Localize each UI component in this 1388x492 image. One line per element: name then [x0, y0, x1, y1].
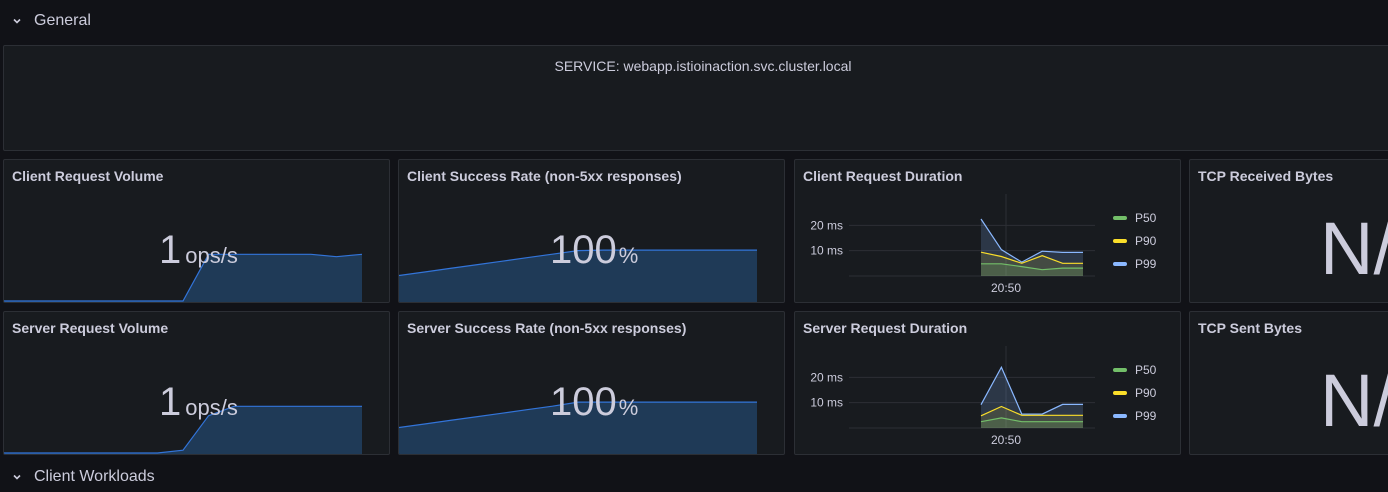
panel-title: Server Request Volume: [12, 320, 169, 336]
legend-label: P50: [1135, 210, 1157, 225]
row-title: Client Workloads: [34, 468, 155, 485]
stat-unit: ops/s: [185, 243, 238, 268]
legend-swatch: [1113, 390, 1127, 395]
x-tick-label: 20:50: [991, 433, 1021, 447]
y-tick-label: 10 ms: [810, 244, 843, 258]
stat-value: 100 %: [550, 382, 638, 422]
legend-label: P90: [1135, 233, 1157, 248]
x-tick-label: 20:50: [991, 281, 1021, 295]
stat-unit: ops/s: [185, 395, 238, 420]
panel-client-request-volume[interactable]: Client Request Volume 1 ops/s: [3, 159, 390, 303]
legend-swatch: [1113, 367, 1127, 372]
row-header-client-workloads[interactable]: Client Workloads: [0, 462, 155, 492]
stat-number: 1: [159, 228, 182, 272]
legend-label: P99: [1135, 408, 1157, 423]
panel-title: Server Success Rate (non-5xx responses): [407, 320, 687, 336]
row-title: General: [34, 12, 91, 29]
stat-unit: %: [618, 395, 639, 420]
legend-swatch: [1113, 413, 1127, 418]
stat-value: 100 %: [550, 230, 638, 270]
panel-title: Client Success Rate (non-5xx responses): [407, 168, 682, 184]
legend-label: P90: [1135, 385, 1157, 400]
stat-value: 1 ops/s: [159, 382, 238, 422]
stat-unit: %: [618, 243, 639, 268]
panel-title: TCP Sent Bytes: [1198, 320, 1302, 336]
y-tick-label: 20 ms: [810, 370, 843, 384]
legend-swatch: [1113, 215, 1127, 220]
stat-value: N/A: [1320, 207, 1388, 290]
panel-title: Client Request Volume: [12, 168, 164, 184]
panel-title: TCP Received Bytes: [1198, 168, 1334, 184]
panel-tcp-received-bytes[interactable]: TCP Received Bytes N/A: [1189, 159, 1388, 303]
chevron-down-icon[interactable]: [10, 470, 24, 484]
legend-item-p50[interactable]: P50: [1113, 206, 1156, 229]
legend: P50 P90 P99: [1113, 358, 1156, 427]
legend-swatch: [1113, 238, 1127, 243]
legend-item-p50[interactable]: P50: [1113, 358, 1156, 381]
y-tick-label: 20 ms: [810, 218, 843, 232]
stat-number: 100: [550, 380, 617, 424]
stat-number: 1: [159, 380, 182, 424]
legend-label: P50: [1135, 362, 1157, 377]
y-tick-label: 10 ms: [810, 396, 843, 410]
panel-tcp-sent-bytes[interactable]: TCP Sent Bytes N/A: [1189, 311, 1388, 455]
legend-swatch: [1113, 261, 1127, 266]
service-text-panel: SERVICE: webapp.istioinaction.svc.cluste…: [3, 45, 1388, 151]
chevron-down-icon[interactable]: [10, 14, 24, 28]
legend-item-p99[interactable]: P99: [1113, 252, 1156, 275]
panel-client-request-duration[interactable]: Client Request Duration 10 ms 20 ms 20:50 …: [794, 159, 1181, 303]
legend-item-p90[interactable]: P90: [1113, 229, 1156, 252]
stat-value: N/A: [1320, 359, 1388, 442]
stat-number: 100: [550, 228, 617, 272]
panel-server-success-rate[interactable]: Server Success Rate (non-5xx responses) …: [398, 311, 785, 455]
legend-label: P99: [1135, 256, 1157, 271]
legend-item-p90[interactable]: P90: [1113, 381, 1156, 404]
legend-item-p99[interactable]: P99: [1113, 404, 1156, 427]
legend: P50 P90 P99: [1113, 206, 1156, 275]
stat-value: 1 ops/s: [159, 230, 238, 270]
service-label: SERVICE: webapp.istioinaction.svc.cluste…: [554, 58, 852, 74]
row-header-general[interactable]: General: [0, 6, 91, 36]
panel-server-request-volume[interactable]: Server Request Volume 1 ops/s: [3, 311, 390, 455]
panel-server-request-duration[interactable]: Server Request Duration 10 ms 20 ms 20:50 …: [794, 311, 1181, 455]
panel-client-success-rate[interactable]: Client Success Rate (non-5xx responses) …: [398, 159, 785, 303]
